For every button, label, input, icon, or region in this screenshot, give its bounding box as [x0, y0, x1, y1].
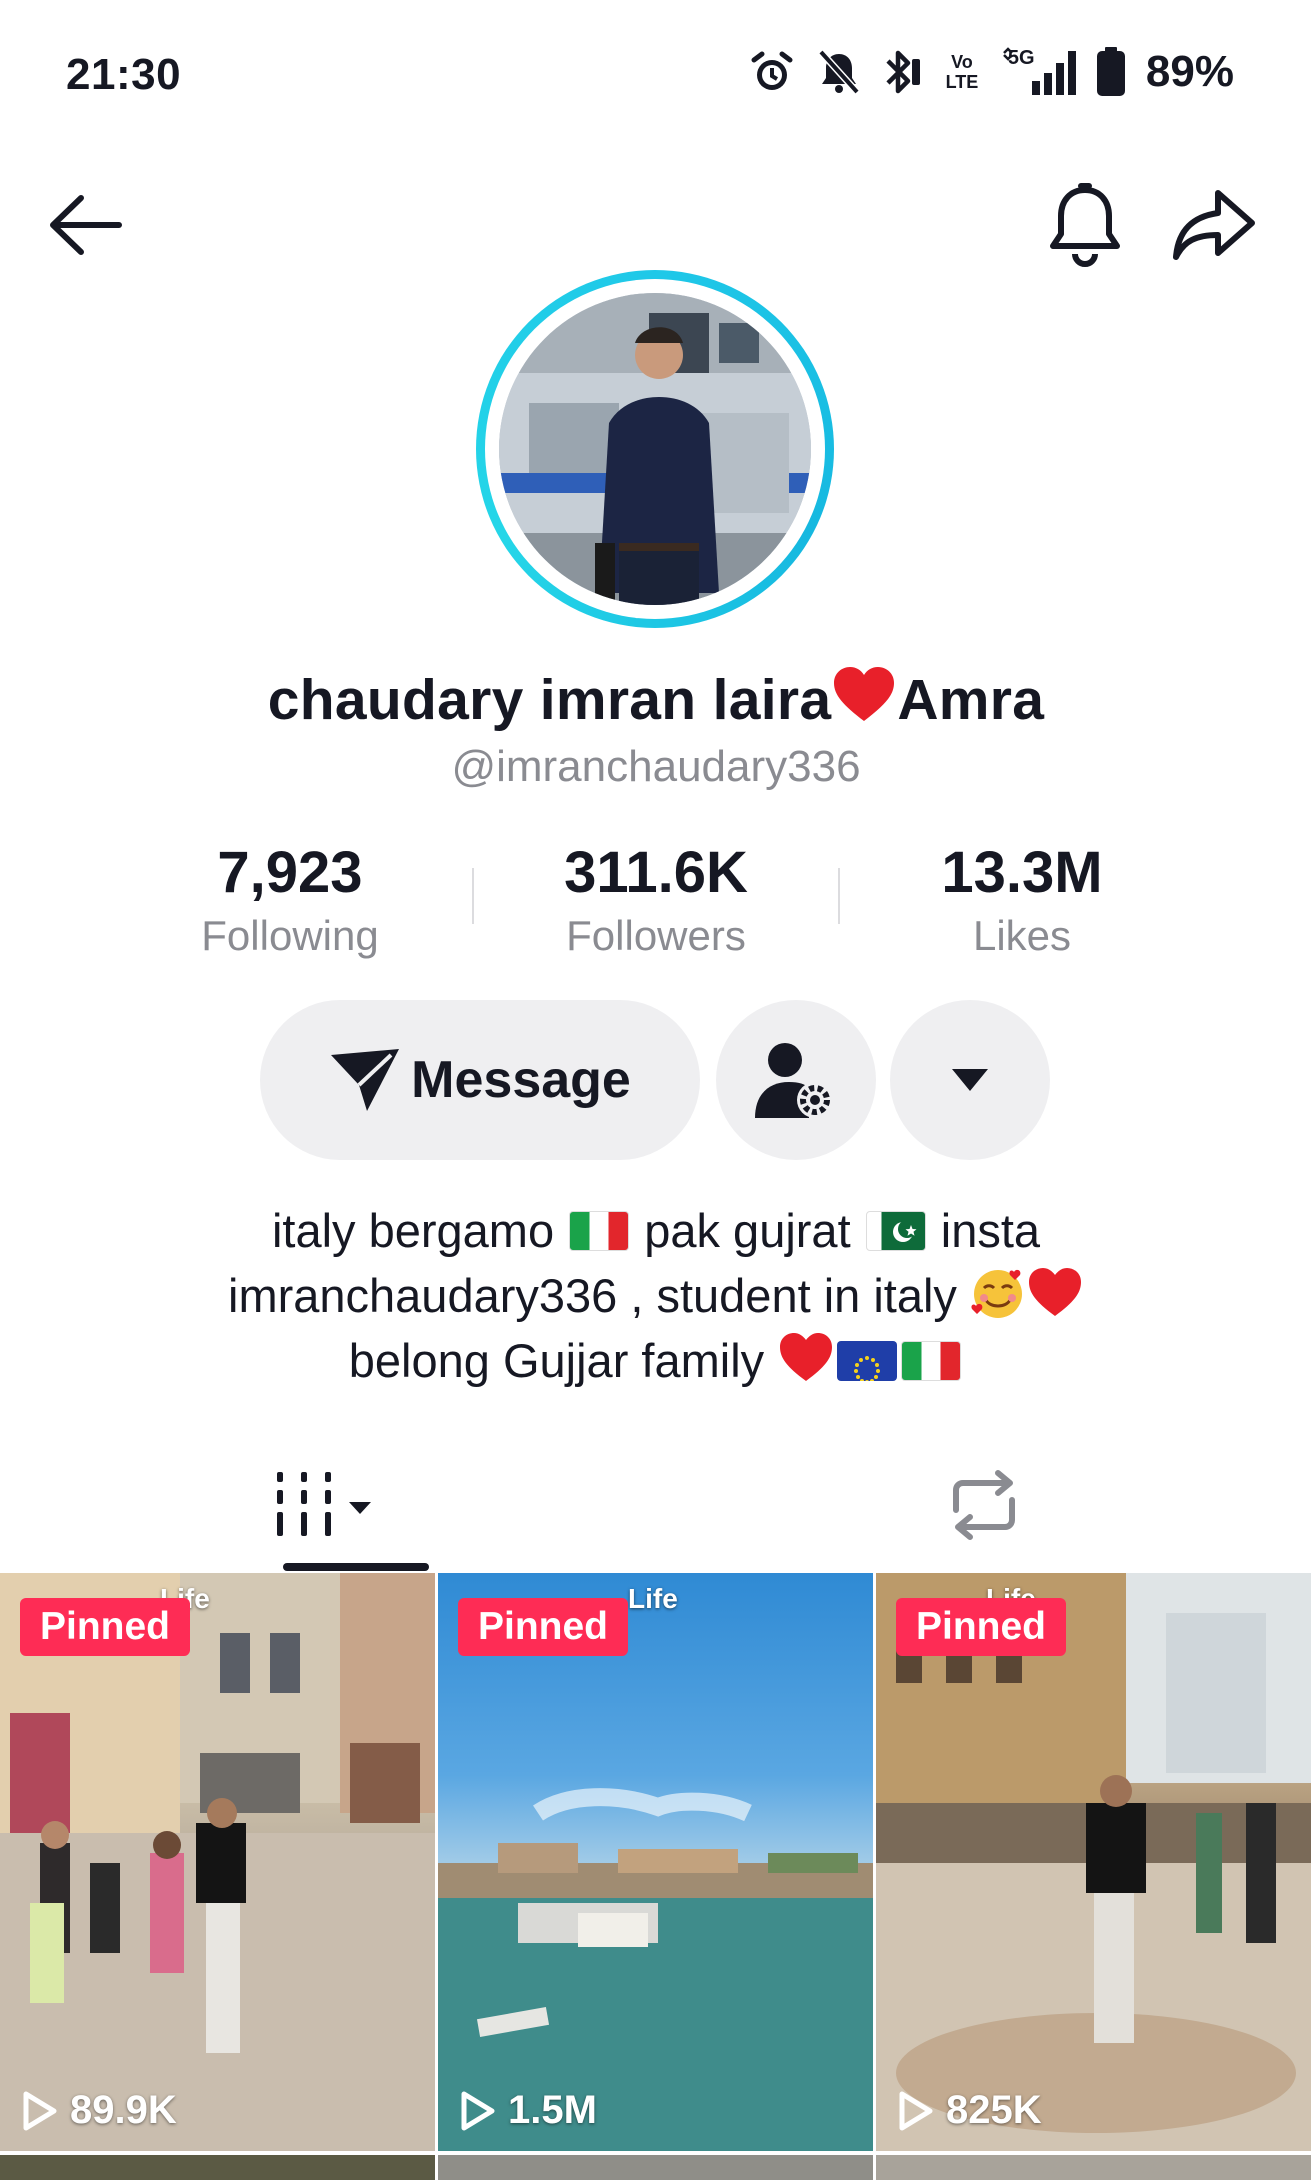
- following-count: 7,923: [217, 840, 363, 905]
- stat-divider: [838, 868, 840, 924]
- play-icon: [23, 2091, 57, 2130]
- street-scene-thumbnail: [0, 1573, 435, 2151]
- profile-stats: 7,923 Following 311.6K Followers 13.3M L…: [0, 838, 1312, 959]
- pinned-badge: Pinned: [458, 1598, 629, 1656]
- bio: italy bergamo pak gujrat insta imranchau…: [100, 1198, 1212, 1393]
- bio-line-2: imranchaudary336 , student in italy: [100, 1263, 1212, 1328]
- video-thumbnail[interactable]: Life Pinned 825K: [876, 1573, 1311, 2151]
- pinned-badge: Pinned: [896, 1598, 1067, 1656]
- stat-likes[interactable]: 13.3M Likes: [872, 838, 1172, 964]
- view-count: 1.5M: [460, 2088, 597, 2133]
- video-thumbnail[interactable]: [0, 2155, 435, 2180]
- likes-label: Likes: [972, 912, 1072, 959]
- bio-line-3: belong Gujjar family: [100, 1328, 1212, 1393]
- send-icon: [331, 1049, 400, 1111]
- venice-scene-thumbnail: [438, 1788, 873, 2151]
- chevron-down-icon: [952, 1069, 988, 1091]
- friend-settings-button[interactable]: [716, 1000, 876, 1160]
- back-button[interactable]: [40, 180, 130, 270]
- message-label: Message: [411, 1051, 631, 1109]
- followers-count: 311.6K: [564, 840, 748, 905]
- stat-following[interactable]: 7,923 Following: [140, 838, 440, 964]
- user-settings-icon: [755, 1043, 833, 1118]
- more-dropdown-button[interactable]: [890, 1000, 1050, 1160]
- followers-label: Followers: [566, 912, 746, 959]
- share-arrow-icon: [1173, 190, 1255, 260]
- red-heart-icon: [777, 1333, 835, 1387]
- display-name: chaudary imran laira Amra: [267, 667, 1045, 732]
- back-arrow-icon: [50, 195, 122, 255]
- bio-line-1: italy bergamo pak gujrat insta: [271, 1204, 1041, 1257]
- battery-icon: [1096, 47, 1126, 97]
- status-icons: Vo LTE 5G 89%: [748, 44, 1234, 100]
- red-heart-icon: [1026, 1268, 1084, 1322]
- avatar-photo: [499, 293, 811, 605]
- video-thumbnail[interactable]: Life Pinned 89.9K: [0, 1573, 435, 2151]
- red-heart-icon: [831, 667, 897, 732]
- play-icon: [461, 2091, 495, 2130]
- bluetooth-icon: [882, 47, 922, 97]
- alarm-icon: [748, 48, 796, 96]
- repost-icon: [953, 1470, 1015, 1540]
- video-overlay-text: Life: [628, 1583, 678, 1614]
- top-nav: [0, 170, 1312, 280]
- following-label: Following: [201, 912, 379, 959]
- notification-bell-button[interactable]: [1040, 180, 1130, 270]
- video-thumbnail[interactable]: Life Pinned 1.5M: [438, 1573, 873, 2151]
- stat-divider: [472, 868, 474, 924]
- pakistan-flag-icon: [865, 1211, 926, 1251]
- likes-count: 13.3M: [941, 840, 1103, 905]
- italy-flag-icon: [569, 1211, 630, 1251]
- eu-flag-icon: [837, 1341, 898, 1381]
- stat-followers[interactable]: 311.6K Followers: [506, 838, 806, 964]
- video-grid: Life Pinned 89.9K Life Pinned 1.5M: [0, 1573, 1312, 2180]
- avatar-story-ring[interactable]: [476, 270, 834, 628]
- content-tabs: [0, 1440, 1312, 1570]
- bell-icon: [1050, 183, 1120, 267]
- message-button[interactable]: Message: [260, 1000, 700, 1160]
- status-bar: 21:30 Vo LTE 5G 89%: [0, 0, 1312, 150]
- tab-selected-indicator: [283, 1563, 429, 1571]
- italy-flag-icon: [901, 1341, 962, 1381]
- video-thumbnail[interactable]: [876, 2155, 1311, 2180]
- view-count: 825K: [898, 2088, 1042, 2133]
- pinned-badge: Pinned: [20, 1598, 191, 1656]
- tab-reposts[interactable]: [656, 1440, 1312, 1570]
- tab-videos[interactable]: [0, 1440, 656, 1570]
- view-count: 89.9K: [22, 2088, 177, 2133]
- battery-percent: 89%: [1145, 47, 1234, 96]
- video-grid-icon: [277, 1472, 371, 1536]
- play-icon: [899, 2091, 933, 2130]
- avatar[interactable]: [499, 293, 811, 605]
- volte-icon: Vo LTE: [945, 52, 979, 92]
- signal-icon: 5G: [1002, 47, 1076, 97]
- username: @imranchaudary336: [451, 742, 861, 791]
- share-button[interactable]: [1170, 180, 1260, 270]
- status-time: 21:30: [66, 50, 182, 99]
- smiling-face-hearts-icon: [970, 1269, 1026, 1322]
- galleria-scene-thumbnail: [876, 1573, 1311, 2151]
- mute-icon: [816, 48, 862, 96]
- video-thumbnail[interactable]: [438, 2155, 873, 2180]
